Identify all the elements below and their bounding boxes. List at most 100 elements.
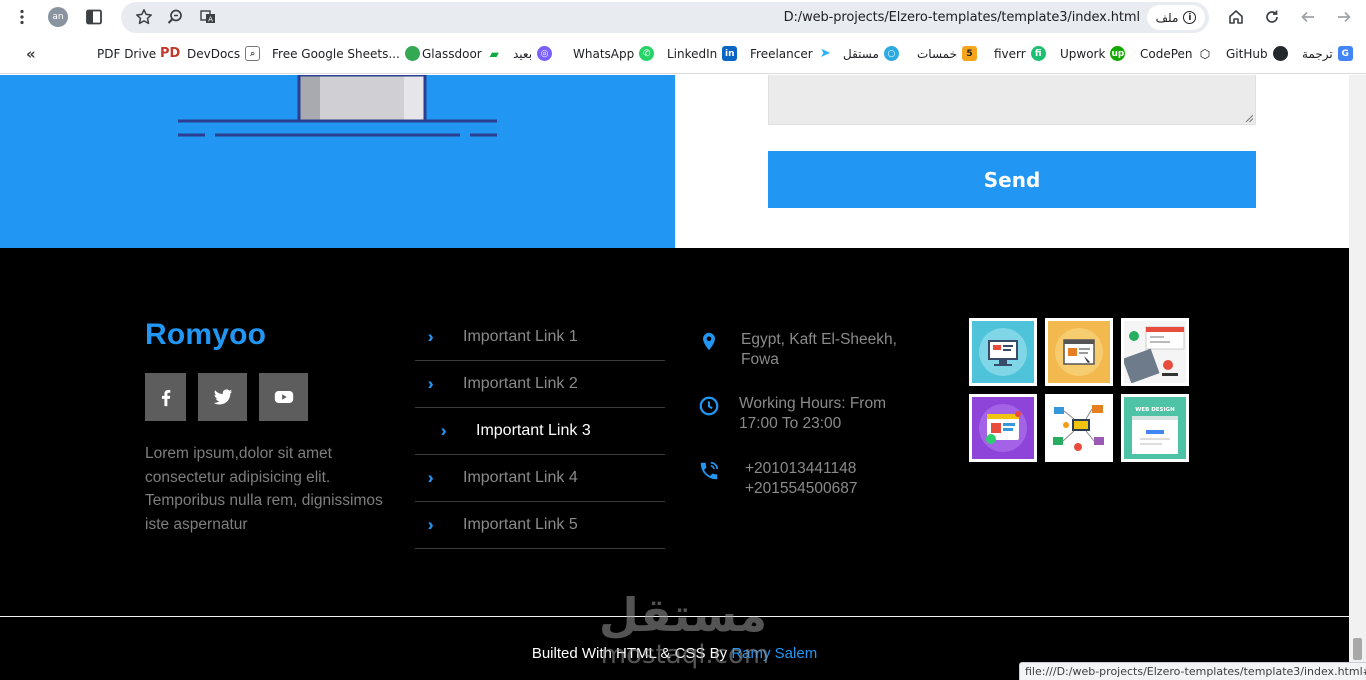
resize-grip-icon[interactable]: [1245, 114, 1253, 122]
author-link[interactable]: Ramy Salem: [731, 645, 817, 662]
bookmark-label: بعيد: [513, 46, 533, 61]
pdfdrive-icon: PD: [160, 46, 181, 61]
footer-links: ›› Important Link 1 ›› Important Link 2 …: [415, 314, 665, 549]
address-text: Egypt, Kaft El-Sheekh, Fowa: [741, 331, 897, 368]
bookmark-khamsat[interactable]: خمسات 5: [917, 46, 978, 61]
footer-link-5[interactable]: ›› Important Link 5: [415, 502, 665, 549]
svg-text:A: A: [208, 16, 213, 24]
bookmark-label: Glassdoor: [422, 46, 482, 61]
home-icon[interactable]: [1223, 5, 1249, 29]
bookmark-glassdoor[interactable]: Glassdoor ▰: [422, 46, 502, 61]
double-chevron-right-icon: ››: [428, 327, 452, 347]
bookmark-label: Freelancer: [750, 46, 813, 61]
bookmark-upwork[interactable]: Upwork up: [1060, 46, 1126, 61]
bookmark-whatsapp[interactable]: WhatsApp ✆: [573, 46, 655, 61]
gallery-image-app[interactable]: [969, 394, 1037, 462]
youtube-link[interactable]: [259, 373, 308, 421]
double-chevron-right-icon: ››: [441, 421, 465, 441]
address-bar[interactable]: A D:/web-projects/Elzero-templates/templ…: [121, 2, 1209, 33]
whatsapp-icon: ✆: [639, 46, 655, 61]
bookmarks-overflow-icon[interactable]: «: [26, 45, 36, 63]
youtube-icon: [274, 391, 293, 403]
site-info-chip[interactable]: ملف i: [1147, 5, 1205, 30]
gallery-image-desk[interactable]: [1121, 318, 1189, 386]
sheets-icon: [404, 46, 420, 61]
contact-hours: Working Hours: From 17:00 To 23:00: [697, 394, 927, 434]
social-links: [145, 373, 308, 421]
bookmark-label: GitHub: [1226, 46, 1268, 61]
bookmark-freelancer[interactable]: Freelancer ➤: [750, 46, 833, 61]
contact-phones: +201013441148 +201554500687: [697, 459, 897, 499]
link-status-bubble: file:///D:/web-projects/Elzero-templates…: [1019, 662, 1366, 680]
bookmark-baaeed[interactable]: بعيد ◎: [513, 46, 553, 61]
bookmark-label: خمسات: [917, 46, 958, 61]
footer-link-1[interactable]: ›› Important Link 1: [415, 314, 665, 361]
footer-link-3[interactable]: ›› Important Link 3: [415, 408, 665, 455]
bookmark-label: CodePen: [1140, 46, 1193, 61]
bookmark-codepen[interactable]: CodePen ⬡: [1140, 46, 1213, 61]
baaeed-icon: ◎: [537, 46, 553, 61]
gallery-image-browser[interactable]: [1045, 318, 1113, 386]
page-scrollbar[interactable]: [1349, 75, 1366, 680]
url-text[interactable]: D:/web-projects/Elzero-templates/templat…: [784, 10, 1140, 25]
bookmark-google-sheets[interactable]: Free Google Sheets...: [272, 46, 420, 61]
gallery-image-webdesign[interactable]: WEB DESIGN: [1121, 394, 1189, 462]
forward-arrow-icon[interactable]: [1331, 5, 1357, 29]
phone-icon: [697, 459, 721, 483]
bookmark-label: Upwork: [1060, 46, 1106, 61]
double-chevron-right-icon: ››: [428, 468, 452, 488]
bookmark-label: fiverr: [994, 46, 1026, 61]
upwork-icon: up: [1110, 46, 1126, 61]
page-viewport: Send Romyoo Lorem ipsum,dolor sit amet c…: [0, 75, 1349, 680]
footer: Romyoo Lorem ipsum,dolor sit amet consec…: [0, 248, 1349, 616]
side-panel-icon[interactable]: [81, 5, 107, 29]
footer-link-label: Important Link 5: [463, 516, 578, 533]
bookmark-label: LinkedIn: [667, 46, 718, 61]
bookmark-github[interactable]: GitHub: [1226, 46, 1288, 61]
bookmark-mostaql[interactable]: مستقل ○: [843, 46, 899, 61]
contact-form: Send: [675, 75, 1349, 248]
phone-numbers-text: +201013441148 +201554500687: [745, 460, 858, 497]
bookmark-label: مستقل: [843, 46, 879, 61]
footer-link-4[interactable]: ›› Important Link 4: [415, 455, 665, 502]
bookmark-label: WhatsApp: [573, 46, 635, 61]
bookmark-devdocs[interactable]: DevDocs ⌕: [187, 46, 261, 61]
footer-link-2[interactable]: ›› Important Link 2: [415, 361, 665, 408]
bookmark-pdfdrive[interactable]: PDF Drive PD: [97, 46, 181, 61]
send-button[interactable]: Send: [768, 151, 1256, 208]
gallery-image-monitor[interactable]: [969, 318, 1037, 386]
bookmark-star-icon[interactable]: [131, 5, 157, 29]
footer-link-label: Important Link 4: [463, 469, 578, 486]
scrollbar-thumb[interactable]: [1353, 638, 1362, 660]
footer-gallery: WEB DESIGN: [969, 318, 1189, 462]
linkedin-icon: in: [722, 46, 738, 61]
bookmark-label: Free Google Sheets...: [272, 46, 400, 61]
webdesign-caption: WEB DESIGN: [1135, 407, 1175, 413]
twitter-icon: [213, 389, 232, 405]
gallery-image-network[interactable]: [1045, 394, 1113, 462]
twitter-link[interactable]: [198, 373, 247, 421]
message-textarea[interactable]: [768, 75, 1256, 125]
double-chevron-right-icon: ››: [428, 374, 452, 394]
footer-link-label: Important Link 1: [463, 328, 578, 345]
reload-icon[interactable]: [1259, 5, 1285, 29]
facebook-link[interactable]: [145, 373, 186, 421]
bookmark-linkedin[interactable]: LinkedIn in: [667, 46, 738, 61]
zoom-icon[interactable]: [162, 5, 188, 29]
bookmark-fiverr[interactable]: fiverr fi: [994, 46, 1046, 61]
footer-brand[interactable]: Romyoo: [145, 318, 266, 352]
codepen-icon: ⬡: [1197, 46, 1213, 61]
translate-page-icon[interactable]: A: [195, 5, 221, 29]
profile-avatar[interactable]: an: [48, 7, 68, 27]
browser-toolbar: an A D:/web-projects/Elzero-templates/te…: [0, 0, 1366, 35]
mostaql-icon: ○: [883, 46, 899, 61]
bookmark-translate[interactable]: ترجمة G: [1302, 46, 1353, 61]
footer-link-label: Important Link 3: [476, 422, 591, 439]
freelancer-icon: ➤: [817, 46, 833, 61]
browser-menu-icon[interactable]: [9, 5, 35, 29]
back-arrow-icon[interactable]: [1295, 5, 1321, 29]
copyright-text: Builted With HTML & CSS By Ramy Salem: [0, 645, 1349, 662]
fiverr-icon: fi: [1030, 46, 1046, 61]
khamsat-icon: 5: [962, 46, 978, 61]
clock-icon: [697, 394, 721, 418]
